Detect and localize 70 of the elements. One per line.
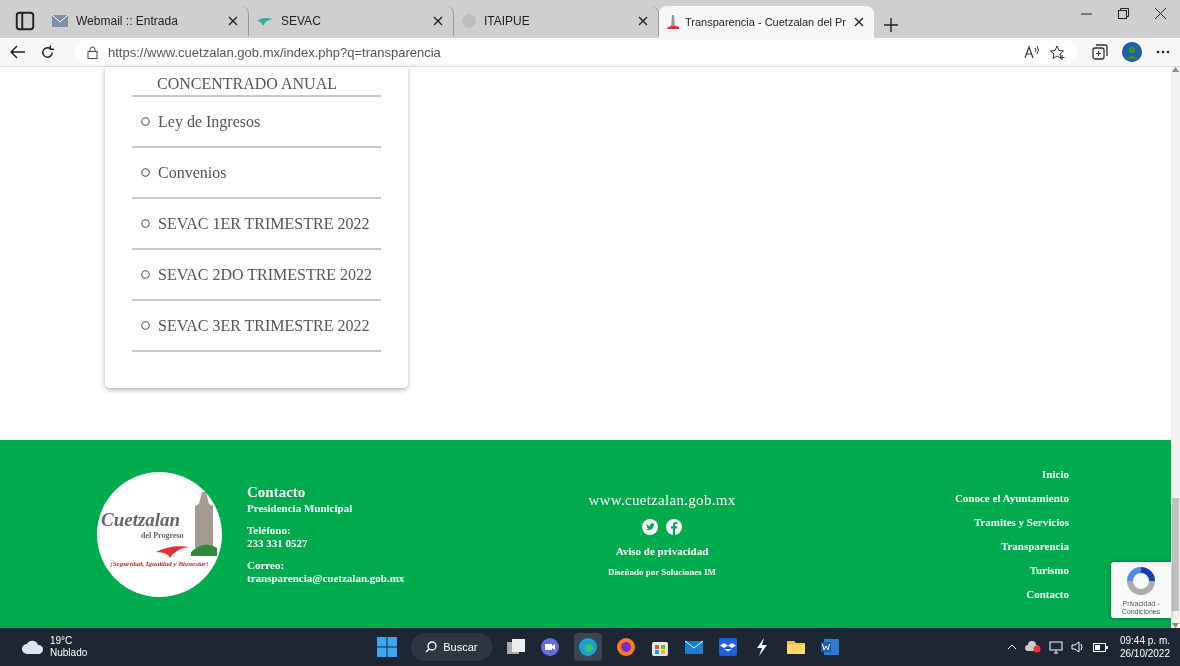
menu-link[interactable]: SEVAC 1ER TRIMESTRE 2022 — [158, 214, 370, 233]
website-address: www.cuetzalan.gob.mx — [588, 491, 736, 509]
battery-icon[interactable] — [1092, 642, 1108, 652]
recaptcha-logo-icon — [1125, 564, 1157, 597]
task-view-icon[interactable] — [505, 637, 526, 657]
twitter-icon[interactable] — [642, 518, 658, 535]
tower-drawing — [191, 492, 217, 556]
collections-icon[interactable] — [1092, 44, 1108, 60]
menu-link[interactable]: SEVAC 3ER TRIMESTRE 2022 — [158, 316, 370, 335]
speaker-icon[interactable] — [1070, 641, 1085, 653]
dropbox-icon[interactable] — [717, 637, 738, 657]
restore-icon[interactable] — [1118, 7, 1129, 19]
windows-start-icon[interactable] — [377, 637, 398, 657]
lock-icon — [87, 45, 98, 59]
cloud-alert-icon[interactable] — [1024, 641, 1041, 653]
bird-favicon-icon — [257, 16, 273, 26]
browser-tab[interactable]: Webmail :: Entrada — [44, 6, 249, 36]
browser-tab[interactable]: Transparencia - Cuetzalan del Pr — [659, 6, 874, 38]
menu-link[interactable]: Ley de Ingresos — [158, 112, 261, 131]
logo-subtitle: del Progreso — [141, 531, 184, 540]
menu-link[interactable]: Convenios — [158, 163, 227, 182]
close-tab-icon[interactable] — [636, 16, 650, 26]
circle-bullet-icon — [141, 270, 150, 279]
favorite-star-icon[interactable] — [1050, 44, 1066, 60]
circle-bullet-icon — [141, 321, 150, 330]
scrollbar[interactable] — [1171, 67, 1180, 628]
circle-bullet-icon — [141, 168, 150, 177]
scroll-thumb[interactable] — [1172, 498, 1179, 611]
profile-avatar-icon[interactable] — [1122, 42, 1142, 62]
tower-favicon-icon — [667, 15, 679, 29]
phone-label: Teléfono: — [247, 524, 292, 536]
flag-swoosh-drawing — [156, 546, 190, 558]
circle-bullet-icon — [141, 219, 150, 228]
menu-link[interactable]: CONCENTRADO ANUAL — [157, 75, 337, 93]
chat-bubble-icon[interactable] — [539, 637, 560, 657]
email-address: transparencia@cuetzalan.gob.mx — [247, 572, 406, 584]
cloud-icon[interactable] — [22, 640, 44, 654]
clock-time[interactable]: 09:44 p. m. — [1119, 634, 1170, 647]
facebook-icon[interactable] — [666, 518, 682, 535]
reload-icon[interactable] — [40, 44, 55, 60]
mail-favicon-icon — [52, 15, 68, 27]
menu-link[interactable]: SEVAC 2DO TRIMESTRE 2022 — [158, 265, 373, 284]
logo-wordmark: Cuetzalan — [101, 509, 181, 530]
search-icon — [425, 641, 438, 653]
new-tab-icon[interactable] — [884, 18, 898, 32]
designer-credit: Diseñado por Soluciones IM — [607, 566, 717, 577]
firefox-browser-icon[interactable] — [615, 637, 636, 657]
taskbar-search-button[interactable]: Buscar — [411, 633, 492, 661]
chevron-up-icon[interactable] — [1006, 644, 1017, 650]
weather-temperature: 19°C — [50, 635, 74, 647]
close-icon[interactable] — [1155, 7, 1166, 19]
clock-date[interactable]: 26/10/2022 — [1119, 647, 1170, 660]
circle-bullet-icon — [141, 117, 150, 126]
office-name: Presidencia Municipal — [247, 502, 354, 514]
browser-edge-icon[interactable] — [573, 633, 602, 661]
word-document-icon[interactable] — [819, 637, 840, 657]
address-bar[interactable]: https://www.cuetzalan.gob.mx/index.php?q=transparencia — [75, 40, 1078, 64]
back-arrow-icon[interactable] — [10, 45, 26, 59]
more-options-icon[interactable] — [1156, 50, 1170, 54]
phone-number: 233 331 0527 — [247, 537, 309, 549]
close-tab-icon[interactable] — [431, 16, 445, 26]
browser-tab[interactable]: SEVAC — [249, 6, 454, 36]
close-tab-icon[interactable] — [226, 16, 240, 26]
tab-actions-icon[interactable] — [14, 10, 36, 32]
read-aloud-icon[interactable] — [1024, 45, 1040, 59]
weather-condition: Nublado — [50, 647, 88, 659]
network-icon[interactable] — [1048, 640, 1063, 654]
contact-heading: Contacto — [247, 484, 307, 501]
email-label: Correo: — [247, 559, 286, 571]
close-tab-icon[interactable] — [852, 17, 866, 27]
